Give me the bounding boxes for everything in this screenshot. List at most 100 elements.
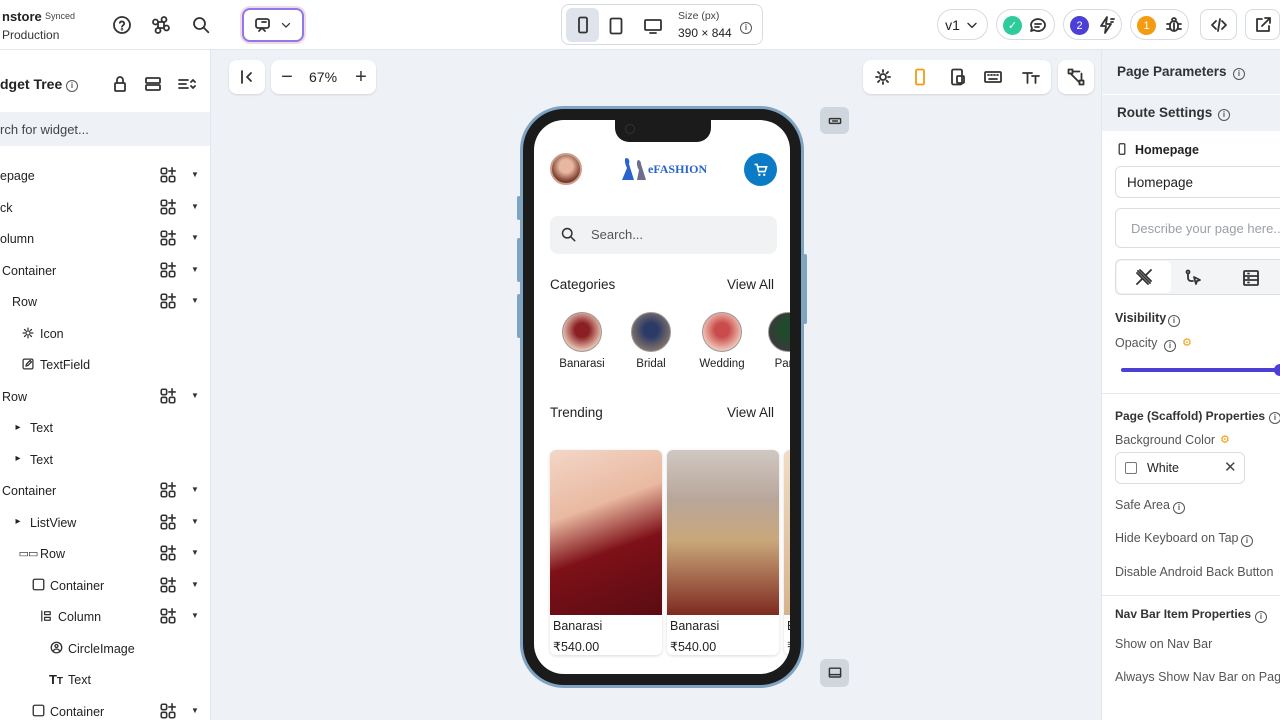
- version-selector[interactable]: v1: [937, 9, 988, 40]
- product-card[interactable]: Banarasi ₹540.00: [667, 450, 779, 655]
- tree-item[interactable]: epage ▼: [0, 160, 210, 191]
- zoom-level[interactable]: 67%: [309, 69, 337, 85]
- portrait-orientation-icon[interactable]: [910, 67, 930, 90]
- widget-palette-dropdown[interactable]: [242, 8, 304, 42]
- category-item[interactable]: Wedding: [686, 312, 758, 372]
- category-item[interactable]: Banarasi: [546, 312, 618, 372]
- tree-item[interactable]: TextField: [0, 349, 210, 380]
- search-field[interactable]: Search...: [550, 216, 777, 254]
- caret-down-icon[interactable]: ▼: [191, 611, 199, 620]
- widget-search-field[interactable]: rch for widget...: [0, 112, 210, 146]
- info-icon[interactable]: i: [1241, 532, 1253, 547]
- tree-item[interactable]: olumn ▼: [0, 223, 210, 254]
- cart-button[interactable]: [744, 153, 777, 186]
- info-icon[interactable]: i: [1173, 499, 1185, 514]
- info-icon[interactable]: i: [1168, 312, 1180, 327]
- route-settings-header[interactable]: Route Settings i: [1102, 95, 1280, 131]
- product-card[interactable]: Banarasi ₹540.00: [550, 450, 662, 655]
- add-child-icon[interactable]: [159, 513, 177, 534]
- size-value[interactable]: 390 × 844: [678, 26, 732, 40]
- tree-item[interactable]: CircleImage: [0, 633, 210, 664]
- tree-item[interactable]: ▸ Text: [0, 412, 210, 443]
- debug-chip[interactable]: 1: [1130, 9, 1189, 40]
- add-child-icon[interactable]: [159, 607, 177, 628]
- fit-width-button[interactable]: [820, 107, 849, 134]
- tree-item[interactable]: ▸ Text: [0, 444, 210, 475]
- tree-item[interactable]: Icon: [0, 318, 210, 349]
- help-icon[interactable]: [112, 15, 132, 35]
- add-child-icon[interactable]: [159, 198, 177, 219]
- caret-down-icon[interactable]: ▼: [191, 548, 199, 557]
- caret-down-icon[interactable]: ▼: [191, 391, 199, 400]
- page-name-input[interactable]: Homepage: [1115, 166, 1280, 198]
- zoom-out-button[interactable]: −: [277, 66, 297, 88]
- mobile-device-button[interactable]: [566, 8, 599, 42]
- tree-item[interactable]: ▸ ListView ▼: [0, 507, 210, 538]
- clear-icon[interactable]: ✕: [1224, 458, 1237, 476]
- caret-down-icon[interactable]: ▼: [191, 706, 199, 715]
- collapse-panel-button[interactable]: [229, 60, 265, 94]
- text-scale-icon[interactable]: [1021, 67, 1041, 90]
- add-child-icon[interactable]: [159, 544, 177, 565]
- tree-item[interactable]: Container ▼: [0, 475, 210, 506]
- open-external-button[interactable]: [1245, 9, 1280, 40]
- device-frame-icon[interactable]: [948, 67, 968, 90]
- tree-item[interactable]: Container ▼: [0, 255, 210, 286]
- tab-actions[interactable]: [1183, 268, 1203, 288]
- add-child-icon[interactable]: [159, 229, 177, 250]
- command-icon[interactable]: [151, 15, 171, 35]
- keyboard-icon[interactable]: [983, 67, 1003, 90]
- caret-down-icon[interactable]: ▼: [191, 265, 199, 274]
- caret-down-icon[interactable]: ▼: [191, 517, 199, 526]
- caret-down-icon[interactable]: ▼: [191, 202, 199, 211]
- product-card[interactable]: B₹: [784, 450, 790, 655]
- category-item[interactable]: Bridal: [615, 312, 687, 372]
- tree-item[interactable]: TT Text: [0, 664, 210, 695]
- add-child-icon[interactable]: [159, 481, 177, 502]
- design-tools-button[interactable]: [1058, 60, 1094, 94]
- caret-down-icon[interactable]: ▼: [191, 170, 199, 179]
- caret-down-icon[interactable]: ▼: [191, 296, 199, 305]
- variable-icon[interactable]: ⚙: [1220, 433, 1230, 446]
- category-item[interactable]: Party: [752, 312, 790, 372]
- caret-down-icon[interactable]: ▼: [191, 233, 199, 242]
- screen-toggle-button[interactable]: [820, 659, 849, 687]
- caret-down-icon[interactable]: ▼: [191, 580, 199, 589]
- tree-item[interactable]: Row ▼: [0, 286, 210, 317]
- branch-label[interactable]: Production: [2, 28, 59, 42]
- lock-icon[interactable]: [110, 74, 130, 97]
- categories-view-all[interactable]: View All: [727, 277, 774, 292]
- avatar[interactable]: [550, 153, 582, 185]
- caret-down-icon[interactable]: ▼: [191, 485, 199, 494]
- page-description-input[interactable]: Describe your page here...: [1115, 208, 1280, 248]
- info-icon[interactable]: i: [1164, 337, 1176, 352]
- add-child-icon[interactable]: [159, 576, 177, 597]
- tree-item[interactable]: Column ▼: [0, 601, 210, 632]
- status-chip[interactable]: ✓: [996, 9, 1055, 40]
- sort-icon[interactable]: [176, 74, 196, 97]
- tablet-device-button[interactable]: [606, 16, 626, 36]
- opacity-slider-handle[interactable]: [1274, 364, 1280, 376]
- background-color-picker[interactable]: White ✕: [1115, 452, 1245, 484]
- storage-icon[interactable]: [143, 74, 163, 97]
- opacity-slider[interactable]: [1121, 368, 1277, 372]
- tree-item[interactable]: ck ▼: [0, 192, 210, 223]
- add-child-icon[interactable]: [159, 702, 177, 720]
- info-icon[interactable]: i: [66, 77, 78, 92]
- collaborators-chip[interactable]: 2: [1063, 9, 1122, 40]
- tree-item[interactable]: Container ▼: [0, 570, 210, 601]
- desktop-device-button[interactable]: [642, 16, 664, 36]
- add-child-icon[interactable]: [159, 292, 177, 313]
- info-icon[interactable]: i: [740, 19, 752, 34]
- tab-backend-query[interactable]: [1241, 268, 1261, 288]
- info-icon[interactable]: i: [1269, 409, 1280, 424]
- add-child-icon[interactable]: [159, 261, 177, 282]
- zoom-in-button[interactable]: +: [351, 66, 371, 88]
- add-child-icon[interactable]: [159, 166, 177, 187]
- trending-view-all[interactable]: View All: [727, 405, 774, 420]
- info-icon[interactable]: i: [1218, 106, 1230, 121]
- tree-item[interactable]: ▭▭ Row ▼: [0, 538, 210, 569]
- page-parameters-header[interactable]: Page Parameters i: [1102, 50, 1280, 94]
- add-child-icon[interactable]: [159, 387, 177, 408]
- tree-item[interactable]: Container ▼: [0, 696, 210, 720]
